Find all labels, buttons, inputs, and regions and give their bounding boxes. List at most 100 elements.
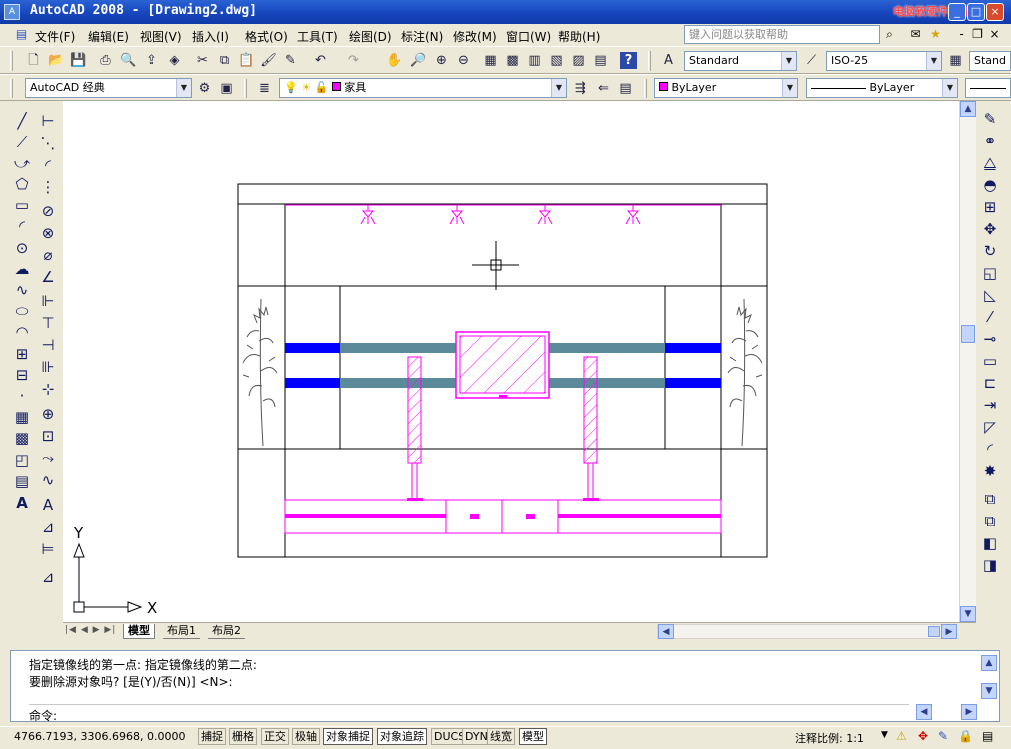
- menu-file[interactable]: 文件(F): [35, 28, 75, 45]
- 3d-dwf-icon[interactable]: ◈: [166, 52, 183, 69]
- workspace-settings-icon[interactable]: ⚙: [196, 80, 213, 97]
- tab-layout2[interactable]: 布局2: [208, 624, 245, 639]
- blue-shelf-right-top[interactable]: [665, 343, 721, 353]
- toolbar-grip[interactable]: [10, 79, 13, 98]
- coordinate-readout[interactable]: 4766.7193, 3306.6968, 0.0000: [14, 730, 185, 743]
- multiline-text-icon[interactable]: A: [12, 493, 32, 513]
- toolbar-grip[interactable]: [648, 51, 651, 71]
- copy-object-icon[interactable]: ⚭: [980, 131, 1000, 151]
- join-icon[interactable]: ⇥: [980, 395, 1000, 415]
- menu-window[interactable]: 窗口(W): [506, 28, 551, 45]
- aligned-dimension-icon[interactable]: ⋱: [38, 133, 58, 153]
- trim-icon[interactable]: ⁄: [980, 307, 1000, 327]
- offset-icon[interactable]: ◓: [980, 175, 1000, 195]
- ordinate-dimension-icon[interactable]: ⋮: [38, 177, 58, 197]
- search-icon[interactable]: ⌕: [882, 27, 897, 42]
- speaker-column-right[interactable]: [583, 356, 598, 464]
- layer-freeze-sun-icon[interactable]: ☀: [301, 81, 311, 94]
- center-mark-icon[interactable]: ⊕: [38, 404, 58, 424]
- command-scroll-left-button[interactable]: ◀: [916, 704, 932, 720]
- tool-palettes-icon[interactable]: ▥: [526, 52, 543, 69]
- layer-lock-icon[interactable]: 🔓: [315, 81, 329, 94]
- rectangle-icon[interactable]: ▭: [12, 195, 32, 215]
- zoom-previous-icon[interactable]: ⊖: [455, 52, 472, 69]
- move-icon[interactable]: ✥: [980, 219, 1000, 239]
- menu-tools[interactable]: 工具(T): [297, 28, 338, 45]
- drawing-canvas[interactable]: Y X: [63, 101, 959, 622]
- scroll-down-button[interactable]: ▼: [960, 606, 976, 622]
- tab-layout1[interactable]: 布局1: [163, 624, 200, 639]
- layer-manager-icon[interactable]: ≣: [256, 80, 273, 97]
- help-icon[interactable]: ?: [620, 52, 637, 69]
- toggle-grid[interactable]: 栅格: [229, 728, 257, 745]
- make-block-icon[interactable]: ⊟: [12, 365, 32, 385]
- menu-help[interactable]: 帮助(H): [558, 28, 600, 45]
- break-at-point-icon[interactable]: ▭: [980, 351, 1000, 371]
- properties-icon[interactable]: ▦: [482, 52, 499, 69]
- text-style-select[interactable]: Standard ▼: [684, 51, 797, 71]
- mirror-icon[interactable]: ⧋: [980, 153, 1000, 173]
- plant-right[interactable]: [727, 298, 763, 447]
- toolbar-grip[interactable]: [244, 79, 247, 98]
- vertical-scrollbar[interactable]: ▲ ▼: [959, 101, 976, 622]
- region-icon[interactable]: ◰: [12, 450, 32, 470]
- dim-style-manager-icon[interactable]: ⊿: [38, 517, 58, 537]
- send-under-icon[interactable]: ◨: [980, 555, 1000, 575]
- bring-above-icon[interactable]: ◧: [980, 533, 1000, 553]
- array-icon[interactable]: ⊞: [980, 197, 1000, 217]
- table-style-icon[interactable]: ▦: [947, 52, 964, 69]
- toggle-otrack[interactable]: 对象追踪: [377, 728, 427, 745]
- command-scroll-right-button[interactable]: ▶: [961, 704, 977, 720]
- menu-edit[interactable]: 编辑(E): [88, 28, 129, 45]
- scroll-right-button[interactable]: ▶: [941, 624, 957, 639]
- layer-select[interactable]: 💡 ☀ 🔓 家具 ▼: [279, 78, 567, 98]
- doc-restore-button[interactable]: ❐: [970, 27, 985, 42]
- rotate-icon[interactable]: ↻: [980, 241, 1000, 261]
- command-input[interactable]: 命令:: [29, 704, 909, 724]
- new-file-icon[interactable]: 🗋: [25, 52, 42, 69]
- toolbar-grip[interactable]: [10, 51, 13, 71]
- hscroll-thumb[interactable]: [928, 626, 940, 637]
- undo-icon[interactable]: ↶: [312, 52, 329, 69]
- plant-left[interactable]: [242, 298, 278, 447]
- ellipse-arc-icon[interactable]: ◠: [12, 322, 32, 342]
- print-icon[interactable]: ⎙: [97, 52, 114, 69]
- jogged-dimension-icon[interactable]: ⊗: [38, 223, 58, 243]
- drawer-handle[interactable]: [470, 514, 479, 519]
- polygon-icon[interactable]: ⬠: [12, 174, 32, 194]
- annotation-visibility-icon[interactable]: ⚠: [896, 729, 907, 743]
- cabinet-shelf-left[interactable]: [285, 514, 446, 518]
- zoom-realtime-icon[interactable]: 🔎: [410, 52, 427, 69]
- spotlight[interactable]: [625, 205, 641, 225]
- pan-icon[interactable]: ✋: [386, 52, 403, 69]
- dim-style-select[interactable]: ISO-25 ▼: [826, 51, 942, 71]
- doc-close-button[interactable]: ×: [987, 27, 1002, 42]
- clean-screen-icon[interactable]: ▤: [982, 729, 993, 743]
- communication-center-icon[interactable]: ✉: [908, 27, 923, 42]
- match-properties-icon[interactable]: 🖌: [260, 52, 277, 69]
- erase-icon[interactable]: ✎: [980, 109, 1000, 129]
- text-style-icon[interactable]: A: [660, 52, 677, 69]
- arc-icon[interactable]: ◜: [12, 216, 32, 236]
- spline-icon[interactable]: ∿: [12, 280, 32, 300]
- table-icon[interactable]: ▤: [12, 471, 32, 491]
- menu-view[interactable]: 视图(V): [140, 28, 182, 45]
- fillet-icon[interactable]: ◜: [980, 439, 1000, 459]
- paste-icon[interactable]: 📋: [238, 52, 255, 69]
- layer-previous-icon[interactable]: ⇐: [595, 80, 612, 97]
- toggle-osnap[interactable]: 对象捕捉: [323, 728, 373, 745]
- chamfer-icon[interactable]: ◸: [980, 417, 1000, 437]
- baseline-dimension-icon[interactable]: ⊤: [38, 313, 58, 333]
- linear-dimension-icon[interactable]: ⊢: [38, 111, 58, 131]
- save-icon[interactable]: 💾: [70, 52, 87, 69]
- scroll-thumb[interactable]: [961, 325, 975, 343]
- hatch-icon[interactable]: ▦: [12, 407, 32, 427]
- minimize-window-button[interactable]: _: [948, 3, 966, 21]
- construction-line-icon[interactable]: ⟋: [12, 132, 32, 152]
- calculator-icon[interactable]: ▤: [592, 52, 609, 69]
- table-style-select[interactable]: Stand: [969, 51, 1011, 71]
- scale-dropdown-icon[interactable]: ▼: [881, 730, 888, 740]
- toggle-ortho[interactable]: 正交: [261, 728, 289, 745]
- toggle-model-space[interactable]: 模型: [519, 728, 547, 745]
- speaker-column-left[interactable]: [407, 356, 422, 464]
